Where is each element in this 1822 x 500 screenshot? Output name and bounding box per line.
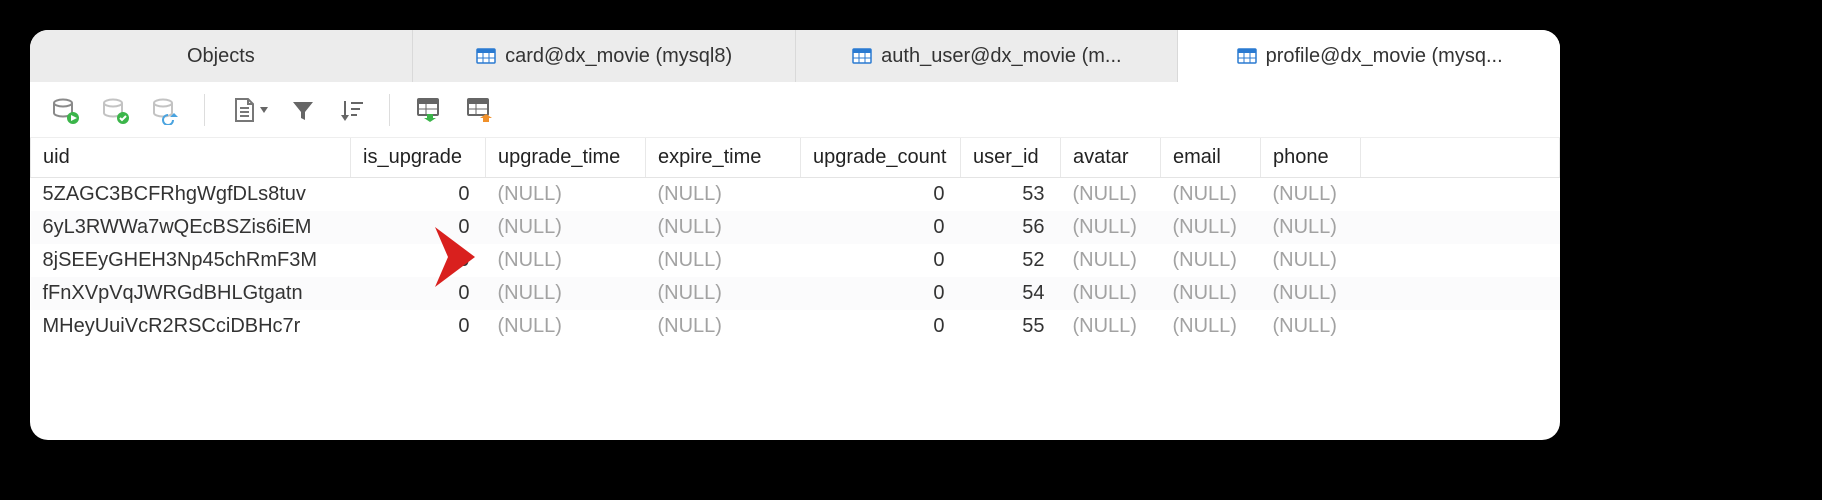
cell-is_upgrade[interactable]: 0 xyxy=(351,211,486,244)
cell-upgrade_time[interactable]: (NULL) xyxy=(486,277,646,310)
cell-expire_time[interactable]: (NULL) xyxy=(646,310,801,343)
cell-expire_time[interactable]: (NULL) xyxy=(646,244,801,277)
tab-profile[interactable]: profile@dx_movie (mysq... xyxy=(1178,30,1560,82)
cell-upgrade_time[interactable]: (NULL) xyxy=(486,211,646,244)
filter-icon[interactable] xyxy=(289,96,317,124)
cell-user_id[interactable]: 54 xyxy=(961,277,1061,310)
col-phone[interactable]: phone xyxy=(1261,138,1361,178)
cell-pad xyxy=(1361,211,1560,244)
cell-upgrade_time[interactable]: (NULL) xyxy=(486,310,646,343)
cell-phone[interactable]: (NULL) xyxy=(1261,178,1361,212)
col-uid[interactable]: uid xyxy=(31,138,351,178)
cell-expire_time[interactable]: (NULL) xyxy=(646,211,801,244)
tab-auth-user[interactable]: auth_user@dx_movie (m... xyxy=(796,30,1179,82)
cell-upgrade_time[interactable]: (NULL) xyxy=(486,178,646,212)
table-row[interactable]: 6yL3RWWa7wQEcBSZis6iEM0(NULL)(NULL)056(N… xyxy=(31,211,1560,244)
cell-upgrade_count[interactable]: 0 xyxy=(801,310,961,343)
cell-user_id[interactable]: 52 xyxy=(961,244,1061,277)
cell-pad xyxy=(1361,277,1560,310)
cell-upgrade_count[interactable]: 0 xyxy=(801,211,961,244)
data-grid[interactable]: uid is_upgrade upgrade_time expire_time … xyxy=(30,138,1560,343)
cell-email[interactable]: (NULL) xyxy=(1161,310,1261,343)
table-row[interactable]: 8jSEEyGHEH3Np45chRmF3M0(NULL)(NULL)052(N… xyxy=(31,244,1560,277)
cell-upgrade_count[interactable]: 0 xyxy=(801,244,961,277)
table-row[interactable]: fFnXVpVqJWRGdBHLGtgatn0(NULL)(NULL)054(N… xyxy=(31,277,1560,310)
cell-uid[interactable]: 6yL3RWWa7wQEcBSZis6iEM xyxy=(31,211,351,244)
cell-uid[interactable]: MHeyUuiVcR2RSCciDBHc7r xyxy=(31,310,351,343)
cell-phone[interactable]: (NULL) xyxy=(1261,277,1361,310)
col-user-id[interactable]: user_id xyxy=(961,138,1061,178)
chevron-down-icon xyxy=(259,105,269,115)
cell-avatar[interactable]: (NULL) xyxy=(1061,178,1161,212)
tabbar: Objects card@dx_movie (mysql8) auth_user… xyxy=(30,30,1560,82)
col-padding xyxy=(1361,138,1560,178)
cell-pad xyxy=(1361,178,1560,212)
refresh-icon[interactable] xyxy=(150,95,180,125)
cell-user_id[interactable]: 53 xyxy=(961,178,1061,212)
sort-icon[interactable] xyxy=(337,96,365,124)
table-icon xyxy=(475,45,497,67)
run-query-icon[interactable] xyxy=(50,95,80,125)
table-row[interactable]: MHeyUuiVcR2RSCciDBHc7r0(NULL)(NULL)055(N… xyxy=(31,310,1560,343)
header-row: uid is_upgrade upgrade_time expire_time … xyxy=(31,138,1560,178)
cell-avatar[interactable]: (NULL) xyxy=(1061,310,1161,343)
cell-user_id[interactable]: 55 xyxy=(961,310,1061,343)
cell-uid[interactable]: fFnXVpVqJWRGdBHLGtgatn xyxy=(31,277,351,310)
cell-pad xyxy=(1361,310,1560,343)
table-icon xyxy=(1236,45,1258,67)
cell-phone[interactable]: (NULL) xyxy=(1261,310,1361,343)
tab-label: profile@dx_movie (mysq... xyxy=(1266,45,1503,68)
toolbar-separator xyxy=(389,94,390,126)
db-window: Objects card@dx_movie (mysql8) auth_user… xyxy=(30,30,1560,440)
cell-uid[interactable]: 8jSEEyGHEH3Np45chRmF3M xyxy=(31,244,351,277)
cell-upgrade_time[interactable]: (NULL) xyxy=(486,244,646,277)
cell-pad xyxy=(1361,244,1560,277)
cell-email[interactable]: (NULL) xyxy=(1161,277,1261,310)
cell-upgrade_count[interactable]: 0 xyxy=(801,178,961,212)
cell-email[interactable]: (NULL) xyxy=(1161,211,1261,244)
export-icon[interactable] xyxy=(464,95,494,125)
cell-email[interactable]: (NULL) xyxy=(1161,178,1261,212)
table-row[interactable]: 5ZAGC3BCFRhgWgfDLs8tuv0(NULL)(NULL)053(N… xyxy=(31,178,1560,212)
cell-avatar[interactable]: (NULL) xyxy=(1061,277,1161,310)
import-icon[interactable] xyxy=(414,95,444,125)
col-upgrade-count[interactable]: upgrade_count xyxy=(801,138,961,178)
cell-is_upgrade[interactable]: 0 xyxy=(351,277,486,310)
cell-avatar[interactable]: (NULL) xyxy=(1061,211,1161,244)
tab-card[interactable]: card@dx_movie (mysql8) xyxy=(413,30,796,82)
cell-is_upgrade[interactable]: 0 xyxy=(351,310,486,343)
document-icon[interactable] xyxy=(229,95,269,125)
col-upgrade-time[interactable]: upgrade_time xyxy=(486,138,646,178)
tab-label: auth_user@dx_movie (m... xyxy=(881,45,1121,68)
cell-email[interactable]: (NULL) xyxy=(1161,244,1261,277)
col-expire-time[interactable]: expire_time xyxy=(646,138,801,178)
cell-is_upgrade[interactable]: 0 xyxy=(351,244,486,277)
col-avatar[interactable]: avatar xyxy=(1061,138,1161,178)
cell-upgrade_count[interactable]: 0 xyxy=(801,277,961,310)
tab-objects[interactable]: Objects xyxy=(30,30,413,82)
commit-icon[interactable] xyxy=(100,95,130,125)
col-is-upgrade[interactable]: is_upgrade xyxy=(351,138,486,178)
cell-avatar[interactable]: (NULL) xyxy=(1061,244,1161,277)
tab-label: card@dx_movie (mysql8) xyxy=(505,45,732,68)
toolbar xyxy=(30,82,1560,138)
cell-expire_time[interactable]: (NULL) xyxy=(646,178,801,212)
cell-phone[interactable]: (NULL) xyxy=(1261,211,1361,244)
cell-user_id[interactable]: 56 xyxy=(961,211,1061,244)
col-email[interactable]: email xyxy=(1161,138,1261,178)
cell-is_upgrade[interactable]: 0 xyxy=(351,178,486,212)
table-icon xyxy=(851,45,873,67)
toolbar-separator xyxy=(204,94,205,126)
cell-uid[interactable]: 5ZAGC3BCFRhgWgfDLs8tuv xyxy=(31,178,351,212)
cell-expire_time[interactable]: (NULL) xyxy=(646,277,801,310)
cell-phone[interactable]: (NULL) xyxy=(1261,244,1361,277)
tab-label: Objects xyxy=(187,45,255,68)
